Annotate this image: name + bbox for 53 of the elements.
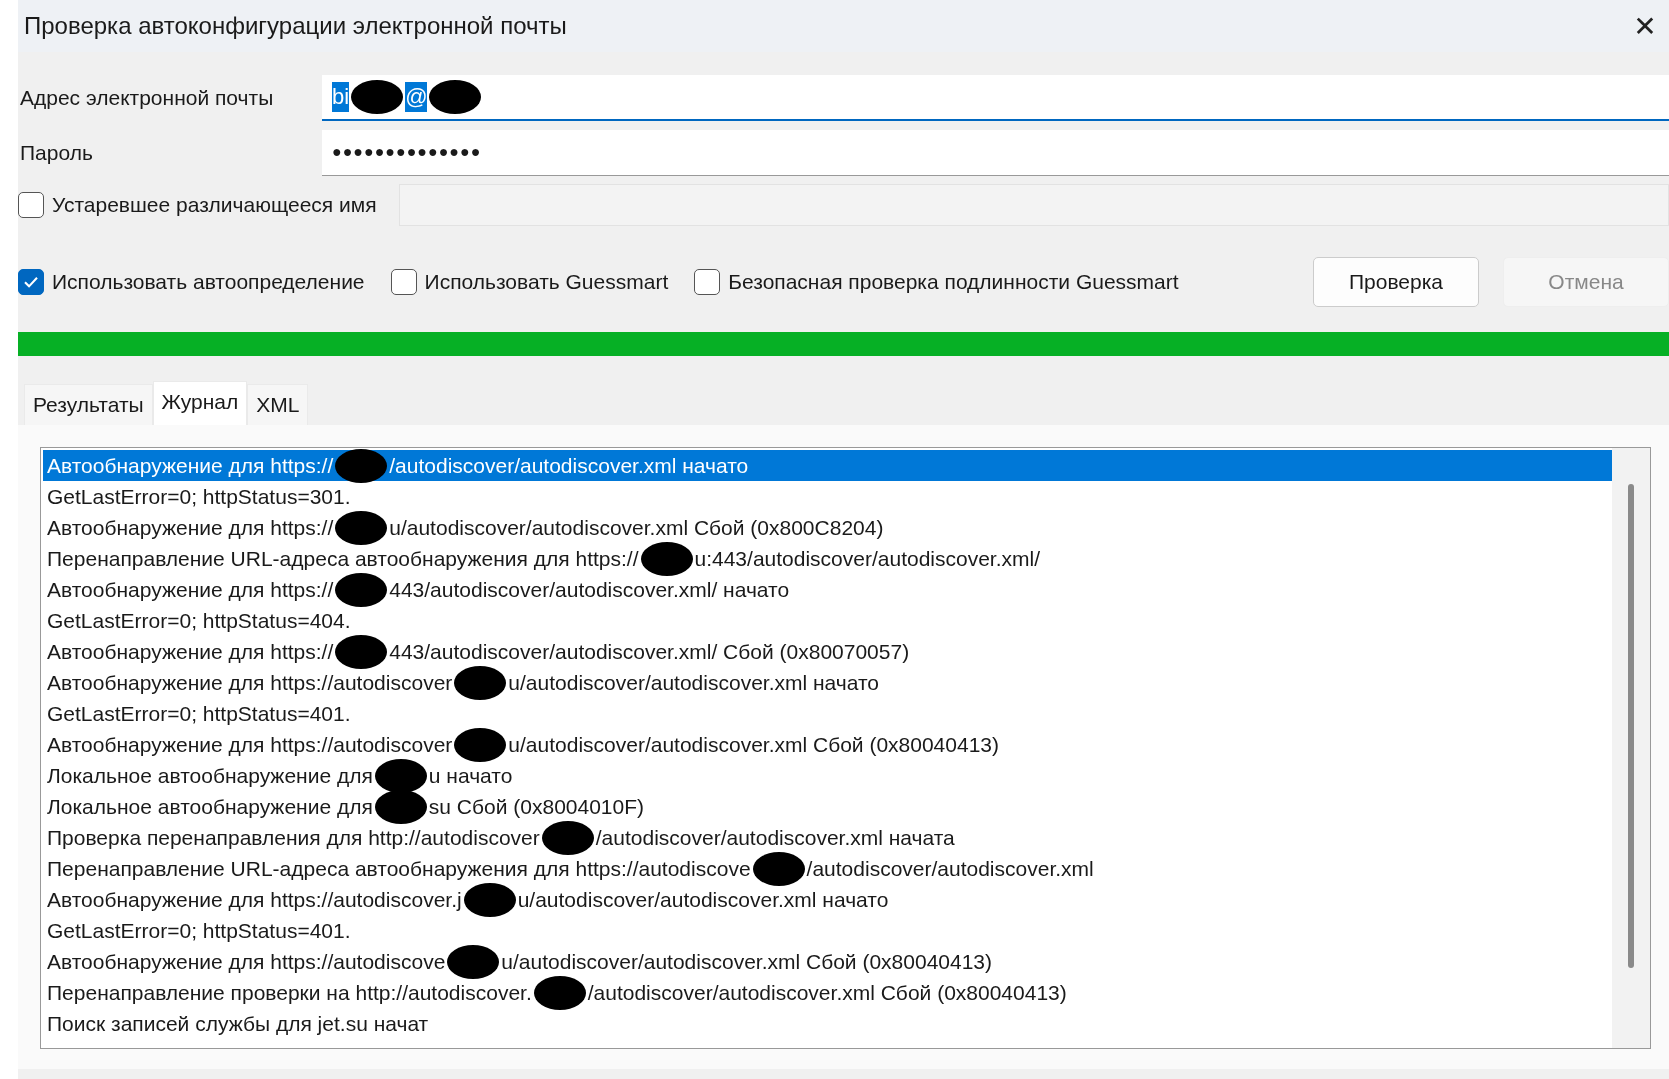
redaction-mark <box>335 510 388 545</box>
redaction-mark <box>640 541 693 576</box>
scrollbar[interactable] <box>1612 448 1650 1048</box>
checkbox[interactable] <box>18 192 44 218</box>
log-entry[interactable]: Автообнаружение для https:// 443/autodiscover/autodiscover.xml/ Сбой (0x80070057) <box>43 636 1612 667</box>
checkbox[interactable] <box>18 269 44 295</box>
field-label: Пароль <box>19 140 94 165</box>
log-entry[interactable]: GetLastError=0; httpStatus=404. <box>43 605 1612 636</box>
log-entry[interactable]: Проверка перенаправления для http://autodiscover /autodiscover/autodiscover.xml начата <box>43 822 1612 853</box>
log-entry[interactable]: Поиск записей службы для jet.su начат <box>43 1008 1612 1039</box>
tab[interactable]: Результаты <box>24 384 153 425</box>
scrollbar-thumb[interactable] <box>1628 484 1634 968</box>
redaction-mark <box>335 448 388 483</box>
tab[interactable]: XML <box>247 384 309 425</box>
checkbox[interactable] <box>694 269 721 295</box>
checkbox[interactable] <box>390 269 417 295</box>
checkbox-label: Устаревшее различающееся имя <box>52 193 377 217</box>
input-field[interactable]: bi @ <box>322 74 1669 121</box>
redaction-mark <box>752 851 805 886</box>
log-entry[interactable]: Перенаправление URL-адреса автообнаружения для https:// u:443/autodiscover/autodiscover.xml/ <box>43 543 1612 574</box>
redaction-mark <box>454 727 507 762</box>
log-entry[interactable]: Автообнаружение для https:// 443/autodiscover/autodiscover.xml/ начато <box>43 574 1612 605</box>
redaction-mark <box>351 79 404 114</box>
log-entry[interactable]: Автообнаружение для https:// u/autodiscover/autodiscover.xml Сбой (0x800C8204) <box>43 512 1612 543</box>
log-entry[interactable]: GetLastError=0; httpStatus=301. <box>43 481 1612 512</box>
close-button[interactable]: ✕ <box>1621 8 1669 44</box>
redaction-mark <box>454 665 507 700</box>
redaction-mark <box>533 975 586 1010</box>
log-entry[interactable]: Локальное автообнаружение для su Сбой (0x8004010F) <box>43 791 1612 822</box>
log-entry[interactable]: Автообнаружение для https:// /autodiscover/autodiscover.xml начато <box>43 450 1612 481</box>
log-entry[interactable]: Автообнаружение для https://autodiscover u/autodiscover/autodiscover.xml Сбой (0x80040413) <box>43 729 1612 760</box>
test-button[interactable]: Проверка <box>1313 257 1479 307</box>
log-entry[interactable]: GetLastError=0; httpStatus=401. <box>43 698 1612 729</box>
tab[interactable]: Журнал <box>152 381 248 425</box>
redaction-mark <box>463 882 516 917</box>
window-title: Проверка автоконфигурации электронной почты <box>24 12 567 40</box>
redaction-mark <box>429 79 482 114</box>
checkbox-label: Использовать автоопределение <box>52 270 365 294</box>
log-entry[interactable]: Перенаправление URL-адреса автообнаружения для https://autodiscove /autodiscover/autodiscover.xml <box>43 853 1612 884</box>
redaction-mark <box>541 820 594 855</box>
log-entry[interactable]: Автообнаружение для https://autodiscove u/autodiscover/autodiscover.xml Сбой (0x80040413) <box>43 946 1612 977</box>
checkbox-label: Использовать Guessmart <box>424 270 669 294</box>
checkbox-label: Безопасная проверка подлинности Guessmart <box>728 270 1179 294</box>
redaction-mark <box>335 634 388 669</box>
redaction-mark <box>447 944 500 979</box>
log-entry[interactable]: Автообнаружение для https://autodiscover.j u/autodiscover/autodiscover.xml начато <box>43 884 1612 915</box>
log-entry[interactable]: Локальное автообнаружение для u начато <box>43 760 1612 791</box>
log-entry[interactable]: GetLastError=0; httpStatus=401. <box>43 915 1612 946</box>
log-entry[interactable]: Перенаправление проверки на http://autodiscover. /autodiscover/autodiscover.xml Сбой (0x80040413) <box>43 977 1612 1008</box>
log-entry[interactable]: Автообнаружение для https://autodiscover u/autodiscover/autodiscover.xml начато <box>43 667 1612 698</box>
redaction-mark <box>335 572 388 607</box>
input-field[interactable]: ●●●●●●●●●●●●●● <box>322 129 1669 176</box>
field-label: Адрес электронной почты <box>19 85 275 110</box>
